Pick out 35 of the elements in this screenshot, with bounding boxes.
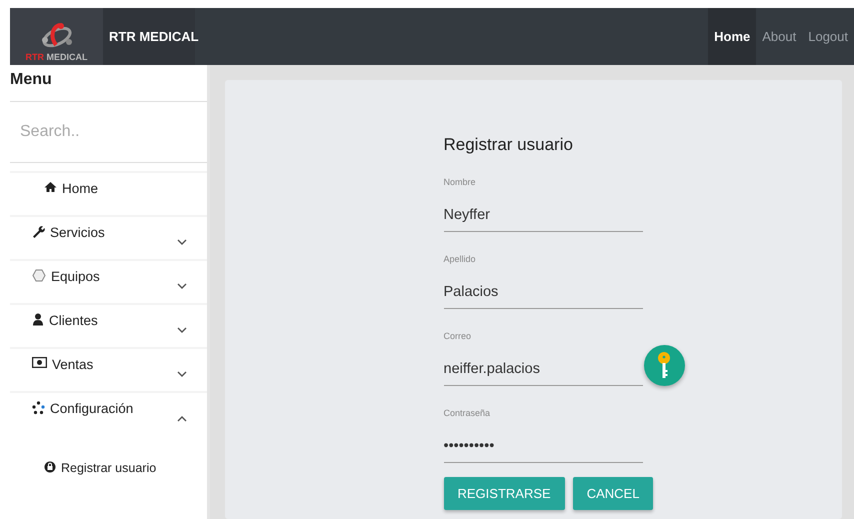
user-icon	[32, 313, 44, 326]
nav-link[interactable]: Logout	[802, 8, 854, 65]
cog-icon	[32, 401, 45, 415]
key-icon	[657, 352, 671, 380]
field-label: Contraseña	[444, 408, 492, 420]
banknote-icon	[32, 357, 47, 368]
input-field[interactable]: Neyffer	[444, 189, 642, 232]
menu-item[interactable]: Equipos	[10, 259, 207, 303]
field-label: Nombre	[444, 177, 477, 189]
menu-item-label: Servicios	[50, 225, 105, 240]
wrench-icon	[32, 225, 45, 238]
submenu-item[interactable]: Registrar usuario	[61, 461, 156, 475]
menu-item[interactable]: Home	[10, 171, 207, 215]
menu-item-label: Home	[62, 181, 98, 196]
menu-item-label: Equipos	[51, 269, 100, 284]
input-field[interactable]: ••••••••••	[444, 420, 642, 463]
lock-icon	[44, 461, 56, 473]
menu-item-label: Clientes	[49, 313, 98, 328]
menu-item[interactable]: Servicios	[10, 215, 207, 259]
nav-link[interactable]: About	[756, 8, 802, 65]
input-field[interactable]: Palacios	[444, 266, 642, 309]
menu-item[interactable]: Clientes	[10, 303, 207, 347]
menu-item[interactable]: Configuración	[10, 391, 207, 435]
logo-text: RTR MEDICAL	[25, 52, 88, 62]
input-field[interactable]: neiffer.palacios	[444, 343, 642, 386]
hexagon-icon	[32, 269, 46, 282]
menu-item-label: Configuración	[50, 401, 134, 416]
menu-item[interactable]: Ventas	[10, 347, 207, 391]
form-title: Registrar usuario	[444, 135, 574, 155]
menu-item-label: Ventas	[52, 357, 94, 372]
key-button[interactable]	[644, 345, 684, 386]
nav-link[interactable]: Home	[708, 8, 756, 65]
home-icon	[44, 181, 57, 193]
field-label: Apellido	[444, 254, 477, 266]
field-label: Correo	[444, 331, 472, 343]
